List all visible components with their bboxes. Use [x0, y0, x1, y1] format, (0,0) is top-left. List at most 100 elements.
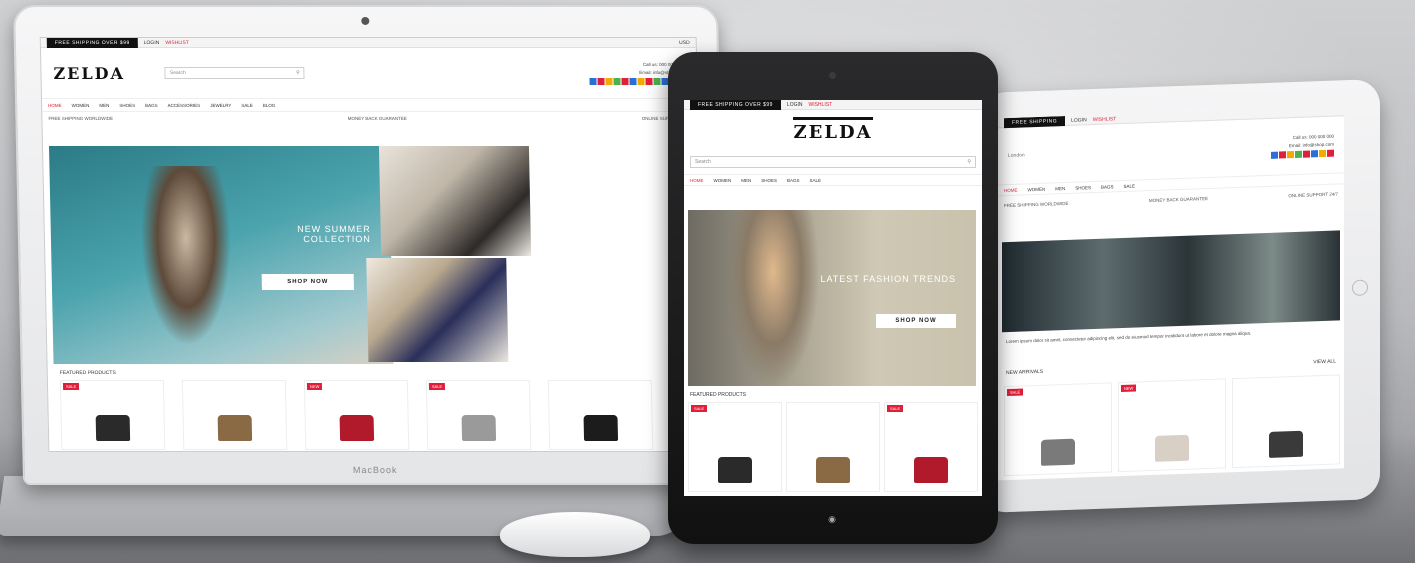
- product-image: [95, 415, 131, 442]
- product-image: [1269, 430, 1303, 458]
- nav-item[interactable]: WOMEN: [72, 102, 90, 107]
- product-image: [217, 415, 253, 442]
- view-all-link[interactable]: VIEW ALL: [1313, 359, 1336, 366]
- shop-now-button[interactable]: SHOP NOW: [261, 274, 354, 291]
- social-icon[interactable]: [1279, 150, 1286, 159]
- wishlist-link[interactable]: WISHLIST: [165, 39, 189, 45]
- search-input[interactable]: Search ⚲: [164, 66, 305, 79]
- hero-model-image: [139, 165, 234, 347]
- social-icon[interactable]: [1295, 150, 1302, 158]
- product-card[interactable]: [181, 380, 288, 451]
- nav-item[interactable]: BLOG: [263, 102, 276, 107]
- store-city: London: [1008, 152, 1025, 160]
- social-icon[interactable]: [621, 77, 629, 85]
- shipping-banner: FREE SHIPPING: [1004, 115, 1066, 128]
- product-image: [1041, 438, 1075, 466]
- social-icon[interactable]: [613, 77, 621, 85]
- social-icon[interactable]: [605, 77, 613, 85]
- nav-item[interactable]: SHOES: [119, 102, 135, 107]
- shipping-banner: FREE SHIPPING OVER $99: [690, 100, 781, 110]
- nav-item[interactable]: HOME: [48, 102, 62, 107]
- social-icon[interactable]: [1319, 149, 1326, 157]
- sale-badge: SALE: [62, 383, 80, 391]
- mouse-device: [500, 512, 650, 557]
- hero-banner[interactable]: [1002, 230, 1340, 333]
- nav-item[interactable]: ACCESSORIES: [168, 102, 201, 107]
- header-contact: Call us: 000 000 000 Email: info@shop.co…: [1271, 133, 1334, 159]
- social-icon[interactable]: [629, 77, 637, 85]
- main-nav: HOME WOMEN MEN SHOES BAGS ACCESSORIES JEWELRY S…: [41, 97, 698, 112]
- product-card[interactable]: [547, 380, 654, 451]
- social-icon[interactable]: [589, 77, 597, 85]
- hero-side-banner-bottom[interactable]: [366, 258, 509, 363]
- top-bar: FREE SHIPPING OVER $99 LOGIN WISHLIST: [684, 100, 982, 110]
- product-card[interactable]: NEW: [1118, 378, 1226, 473]
- wishlist-link[interactable]: WISHLIST: [1093, 116, 1117, 123]
- promo-shipping: FREE SHIPPING WORLDWIDE: [1004, 200, 1069, 208]
- social-icon[interactable]: [1311, 149, 1318, 157]
- product-card[interactable]: [1232, 374, 1340, 469]
- sale-badge: SALE: [691, 405, 708, 412]
- login-link[interactable]: LOGIN: [144, 39, 160, 45]
- social-icon[interactable]: [1287, 150, 1294, 158]
- white-tablet-device: FREE SHIPPING LOGIN WISHLIST London Call…: [980, 79, 1380, 513]
- search-icon[interactable]: ⚲: [967, 159, 971, 165]
- laptop-brand-label: MacBook: [352, 465, 398, 476]
- product-card[interactable]: SALE: [59, 380, 166, 451]
- login-link[interactable]: LOGIN: [787, 102, 803, 108]
- nav-item[interactable]: WOMEN: [1028, 186, 1046, 192]
- social-icon[interactable]: [645, 77, 653, 85]
- site-header: ZELDA Search ⚲ Call us: 000 000 000 Emai…: [41, 48, 697, 98]
- product-card[interactable]: SALE: [425, 380, 532, 451]
- shop-now-button[interactable]: SHOP NOW: [876, 314, 956, 328]
- hero-headline: NEW SUMMER COLLECTION: [297, 223, 371, 244]
- promo-support: ONLINE SUPPORT 24/7: [1288, 190, 1338, 198]
- product-card[interactable]: NEW: [303, 380, 410, 451]
- hero-main-banner[interactable]: NEW SUMMER COLLECTION SHOP NOW: [48, 145, 394, 365]
- home-button-icon: [1352, 279, 1368, 296]
- nav-item[interactable]: BAGS: [1101, 184, 1114, 189]
- nav-item[interactable]: MEN: [741, 178, 751, 183]
- currency-select[interactable]: USD: [679, 39, 690, 45]
- promo-guarantee: MONEY BACK GUARANTEE: [347, 115, 407, 121]
- product-card[interactable]: SALE: [1004, 382, 1112, 477]
- nav-item[interactable]: JEWELRY: [210, 102, 231, 107]
- search-input[interactable]: Search ⚲: [690, 156, 976, 168]
- social-icon[interactable]: [653, 77, 661, 85]
- contact-phone: Call us: 000 000 000: [1292, 133, 1334, 140]
- site-logo[interactable]: ZELDA: [53, 63, 125, 82]
- social-icon[interactable]: [637, 77, 645, 85]
- product-card[interactable]: [786, 402, 880, 492]
- hero-slider: NEW SUMMER COLLECTION SHOP NOW: [48, 145, 698, 365]
- nav-item[interactable]: SALE: [810, 178, 822, 183]
- product-card[interactable]: SALE: [884, 402, 978, 492]
- laptop-screen: FREE SHIPPING OVER $99 LOGIN WISHLIST US…: [39, 36, 706, 453]
- nav-item[interactable]: WOMEN: [714, 178, 732, 183]
- nav-item[interactable]: SALE: [241, 102, 253, 107]
- nav-item[interactable]: SHOES: [1075, 185, 1091, 191]
- product-image: [339, 415, 375, 442]
- nav-item[interactable]: SALE: [1124, 183, 1136, 188]
- laptop-device: FREE SHIPPING OVER $99 LOGIN WISHLIST US…: [13, 4, 728, 486]
- nav-item[interactable]: HOME: [1004, 187, 1018, 192]
- nav-item[interactable]: MEN: [1055, 186, 1065, 191]
- site-logo[interactable]: ZELDA: [793, 117, 873, 143]
- nav-item[interactable]: MEN: [99, 102, 109, 107]
- product-card[interactable]: SALE: [688, 402, 782, 492]
- social-icon[interactable]: [1327, 149, 1334, 157]
- social-icon[interactable]: [1303, 149, 1310, 158]
- product-grid: SALE SALE: [688, 402, 978, 492]
- social-icon[interactable]: [597, 77, 605, 85]
- wishlist-link[interactable]: WISHLIST: [808, 102, 832, 108]
- social-icon[interactable]: [1271, 151, 1278, 159]
- search-icon[interactable]: ⚲: [296, 70, 300, 76]
- nav-item[interactable]: SHOES: [761, 178, 777, 183]
- product-image: [461, 415, 497, 442]
- hero-banner[interactable]: LATEST FASHION TRENDS SHOP NOW: [688, 210, 976, 386]
- nav-item[interactable]: BAGS: [145, 102, 158, 107]
- nav-item[interactable]: HOME: [690, 178, 704, 183]
- hero-side-banner-top[interactable]: [378, 145, 532, 257]
- featured-heading: FEATURED PRODUCTS: [59, 370, 116, 377]
- nav-item[interactable]: BAGS: [787, 178, 800, 183]
- login-link[interactable]: LOGIN: [1071, 117, 1087, 124]
